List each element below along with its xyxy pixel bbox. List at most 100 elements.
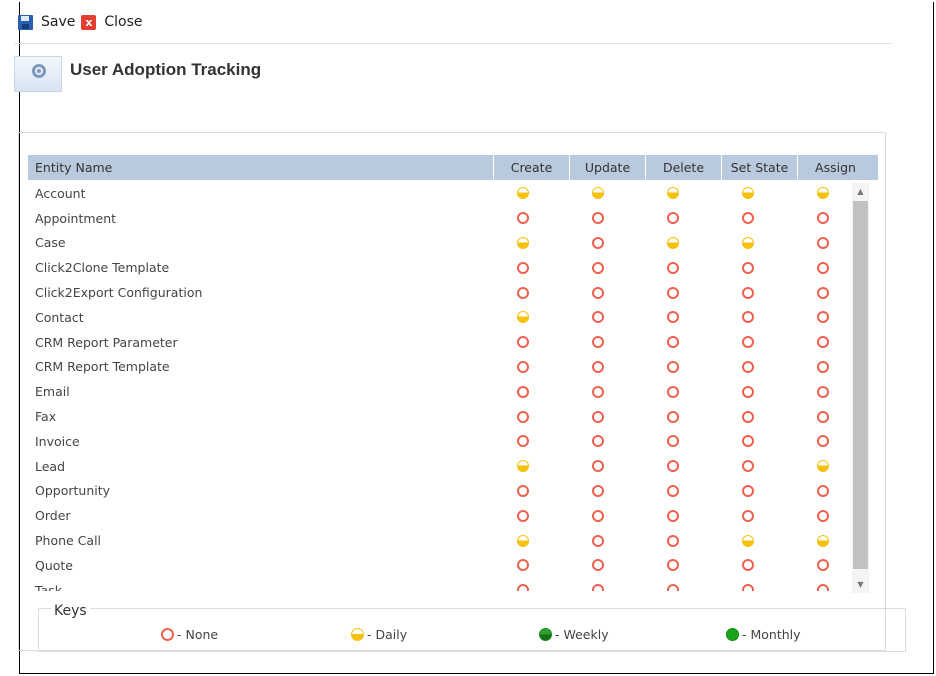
- grid-body: Account Appointment Case Click2Clone Templa…: [28, 181, 860, 591]
- none-status-icon: [741, 286, 754, 299]
- key-none-label: - None: [177, 627, 219, 642]
- toolbar: Save x Close: [18, 8, 149, 36]
- none-status-icon: [666, 311, 679, 324]
- none-status-icon: [592, 261, 605, 274]
- table-row[interactable]: Lead: [28, 454, 860, 479]
- none-status-icon: [816, 410, 829, 423]
- update-cell: [561, 534, 636, 547]
- none-status-icon: [592, 286, 605, 299]
- none-status-icon: [592, 559, 605, 572]
- none-status-icon: [741, 584, 754, 591]
- table-row[interactable]: Task: [28, 578, 860, 591]
- table-row[interactable]: Opportunity: [28, 479, 860, 504]
- none-status-icon: [816, 236, 829, 249]
- create-cell: [486, 435, 561, 448]
- table-row[interactable]: Phone Call: [28, 528, 860, 553]
- entity-name-cell: Task: [35, 582, 62, 591]
- create-cell: [486, 534, 561, 547]
- delete-cell: [636, 360, 711, 373]
- close-x-icon: x: [81, 14, 97, 30]
- none-status-icon: [517, 261, 530, 274]
- entity-name-cell: Click2Export Configuration: [35, 285, 203, 301]
- table-row[interactable]: Email: [28, 379, 860, 404]
- entity-name-cell: Fax: [35, 409, 57, 425]
- daily-status-icon: [517, 236, 530, 249]
- weekly-status-icon: [539, 628, 552, 641]
- entity-name-cell: Appointment: [35, 210, 117, 226]
- none-status-icon: [666, 460, 679, 473]
- set-state-cell: [710, 559, 785, 572]
- set-state-cell: [710, 261, 785, 274]
- table-row[interactable]: Invoice: [28, 429, 860, 454]
- table-row[interactable]: Fax: [28, 404, 860, 429]
- daily-status-icon: [517, 534, 530, 547]
- none-status-icon: [741, 509, 754, 522]
- table-row[interactable]: Order: [28, 503, 860, 528]
- none-status-icon: [592, 212, 605, 225]
- table-row[interactable]: Contact: [28, 305, 860, 330]
- floppy-disk-icon: [18, 14, 33, 30]
- none-status-icon: [741, 410, 754, 423]
- assign-cell: [785, 460, 860, 473]
- update-cell: [561, 187, 636, 200]
- column-header-create[interactable]: Create: [493, 155, 569, 180]
- delete-cell: [636, 236, 711, 249]
- create-cell: [486, 360, 561, 373]
- none-status-icon: [517, 559, 530, 572]
- table-row[interactable]: CRM Report Template: [28, 355, 860, 380]
- none-status-icon: [517, 336, 530, 349]
- update-cell: [561, 261, 636, 274]
- none-status-icon: [517, 484, 530, 497]
- table-row[interactable]: Case: [28, 231, 860, 256]
- none-status-icon: [816, 212, 829, 225]
- table-row[interactable]: Appointment: [28, 206, 860, 231]
- key-weekly-label: - Weekly: [555, 627, 609, 642]
- none-status-icon: [666, 435, 679, 448]
- none-status-icon: [517, 360, 530, 373]
- entity-name-cell: Order: [35, 508, 71, 524]
- table-row[interactable]: Account: [28, 181, 860, 206]
- update-cell: [561, 236, 636, 249]
- scroll-thumb[interactable]: [853, 201, 868, 569]
- create-cell: [486, 212, 561, 225]
- column-header-entity-name[interactable]: Entity Name: [28, 160, 493, 175]
- keys-legend: Keys - None - Daily - Weekly - Monthly: [38, 603, 906, 652]
- page-title: User Adoption Tracking: [70, 60, 262, 79]
- none-status-icon: [741, 261, 754, 274]
- key-none: - None: [161, 627, 218, 642]
- delete-cell: [636, 286, 711, 299]
- grid-scrollbar[interactable]: ▲ ▼: [852, 183, 869, 593]
- save-button[interactable]: Save: [18, 14, 75, 30]
- monthly-status-icon: [726, 628, 739, 641]
- daily-status-icon: [816, 460, 829, 473]
- set-state-cell: [710, 460, 785, 473]
- none-status-icon: [592, 484, 605, 497]
- grid-header: Entity Name Create Update Delete Set Sta…: [28, 155, 878, 181]
- key-weekly: - Weekly: [539, 627, 609, 642]
- create-cell: [486, 509, 561, 522]
- table-row[interactable]: Quote: [28, 553, 860, 578]
- column-header-update[interactable]: Update: [569, 155, 645, 180]
- delete-cell: [636, 534, 711, 547]
- entity-name-cell: Account: [35, 185, 86, 201]
- column-header-delete[interactable]: Delete: [645, 155, 721, 180]
- daily-status-icon: [741, 236, 754, 249]
- caret-up-icon[interactable]: ▲: [852, 183, 869, 200]
- create-cell: [486, 484, 561, 497]
- column-header-set-state[interactable]: Set State: [721, 155, 797, 180]
- none-status-icon: [666, 212, 679, 225]
- delete-cell: [636, 435, 711, 448]
- create-cell: [486, 311, 561, 324]
- none-status-icon: [741, 484, 754, 497]
- none-status-icon: [741, 311, 754, 324]
- close-button[interactable]: x Close: [81, 14, 143, 30]
- caret-down-icon[interactable]: ▼: [852, 576, 869, 593]
- table-row[interactable]: CRM Report Parameter: [28, 330, 860, 355]
- table-row[interactable]: Click2Clone Template: [28, 255, 860, 280]
- assign-cell: [785, 286, 860, 299]
- column-header-assign[interactable]: Assign: [797, 155, 873, 180]
- update-cell: [561, 584, 636, 591]
- page-header: User Adoption Tracking: [14, 56, 261, 92]
- table-row[interactable]: Click2Export Configuration: [28, 280, 860, 305]
- none-status-icon: [666, 484, 679, 497]
